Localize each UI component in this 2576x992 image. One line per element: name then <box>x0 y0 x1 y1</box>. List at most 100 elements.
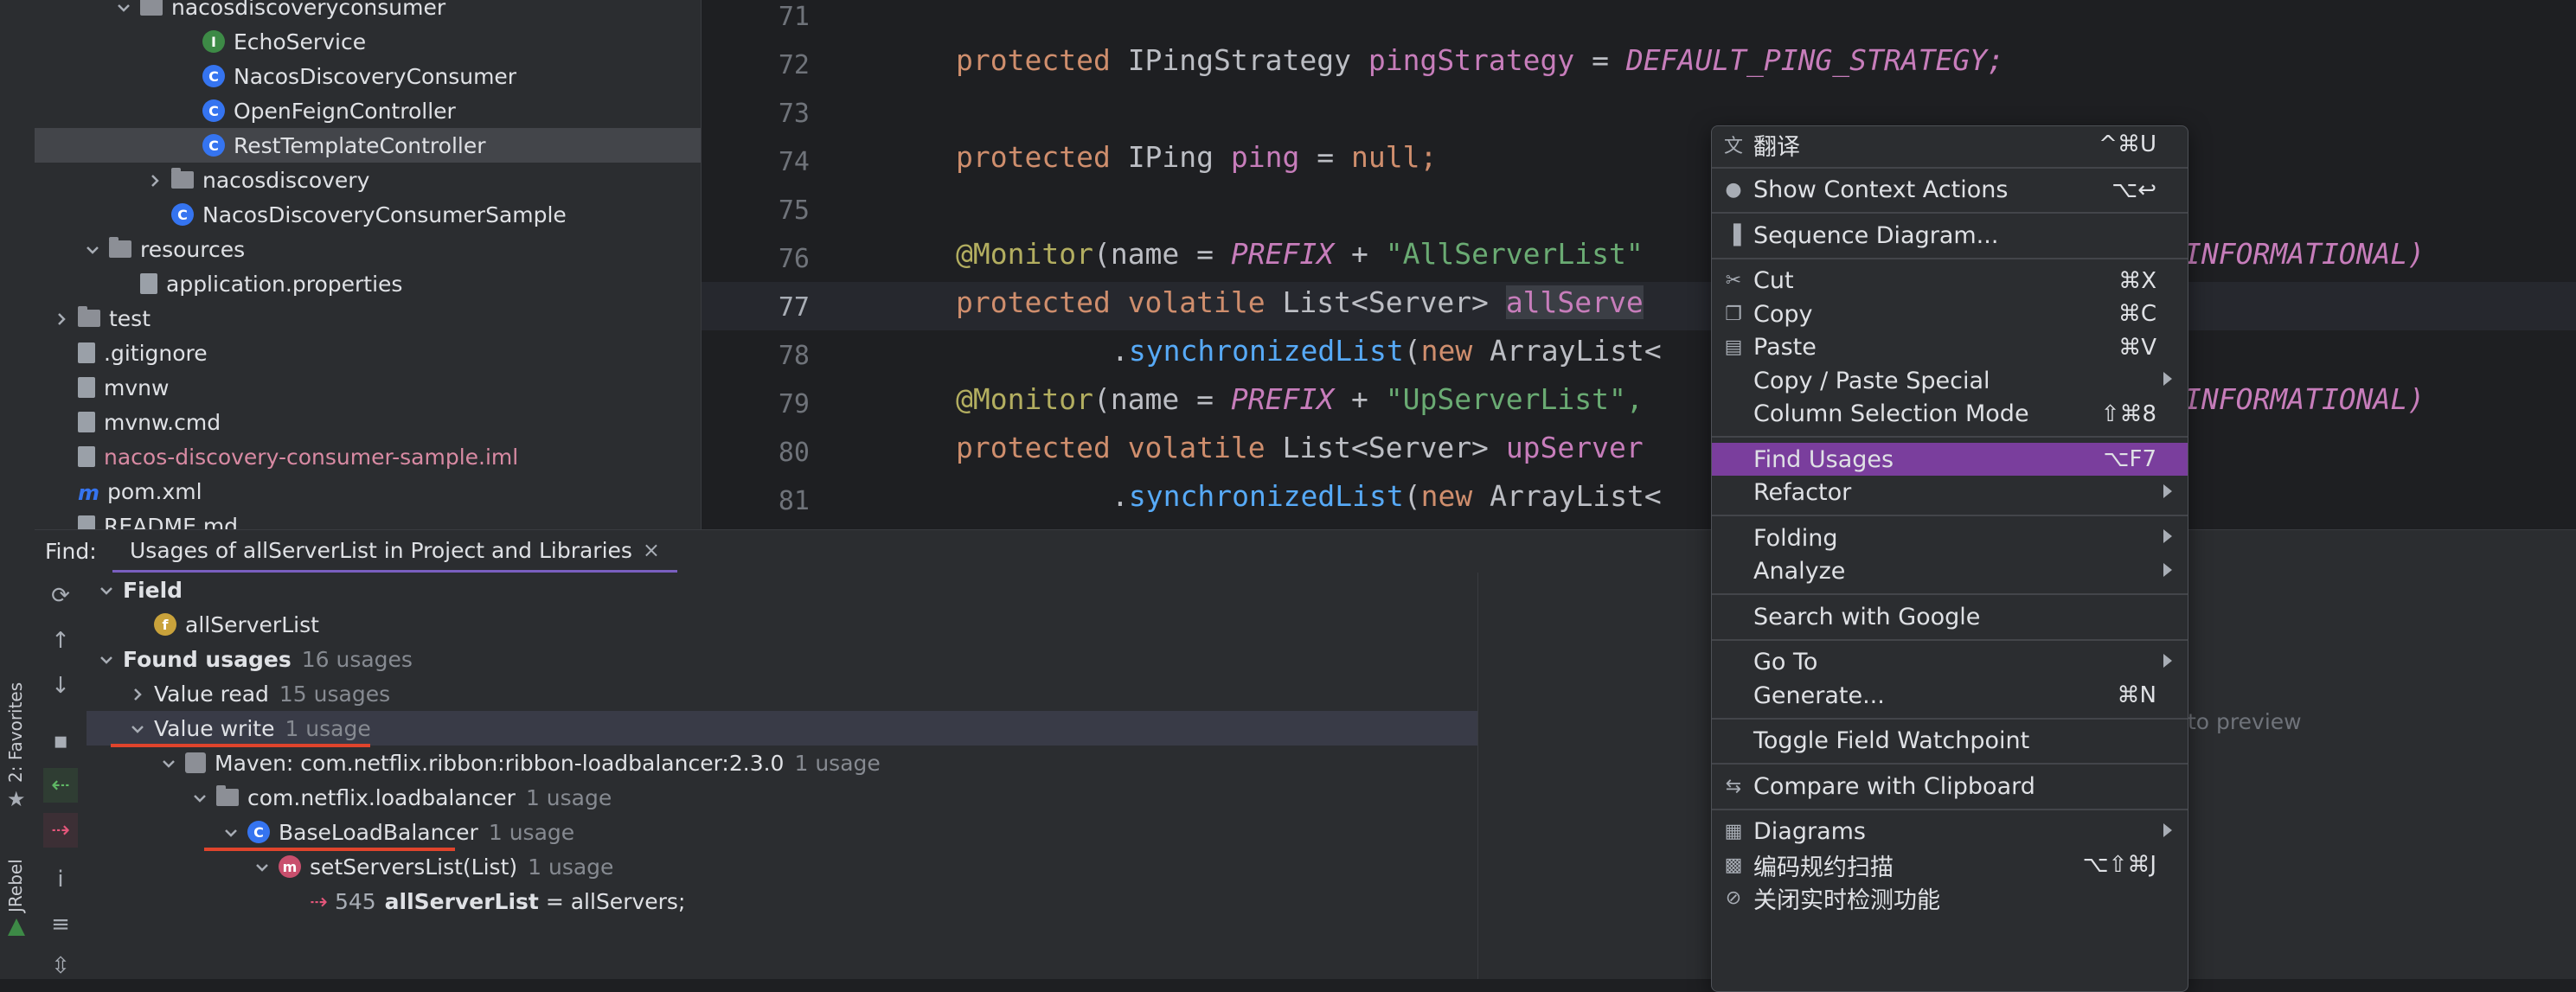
code-line-79-tail: INFORMATIONAL) <box>2184 382 2425 416</box>
project-tree-item[interactable]: resources <box>35 232 701 266</box>
write-access-icon: ⇢ <box>310 888 328 914</box>
menu-item[interactable]: ⊘ 关闭实时检测功能 <box>1712 882 2188 915</box>
usage-tree-row[interactable]: Value write 1 usage <box>87 711 1477 747</box>
usage-tree-row[interactable]: m setServersList(List) 1 usage <box>87 849 1477 884</box>
find-label: Find: <box>45 539 97 564</box>
menu-item[interactable]: Toggle Field Watchpoint <box>1712 725 2188 758</box>
menu-separator <box>1712 593 2188 595</box>
menu-item-label: Search with Google <box>1753 603 1981 630</box>
menu-item[interactable]: Find Usages ⌥F7 <box>1712 443 2188 476</box>
favorites-tab[interactable]: 2: Favorites <box>5 682 26 783</box>
chevron-down-icon[interactable] <box>190 788 209 807</box>
menu-item[interactable]: ▤ Paste ⌘V <box>1712 331 2188 364</box>
project-tree-item[interactable]: mvnw <box>35 370 701 405</box>
code-editor[interactable]: 71 72 73 74 75 76 77 78 79 80 81 protected IPingSt… <box>701 0 2576 529</box>
close-icon[interactable]: × <box>643 538 660 562</box>
rerun-icon[interactable]: ⟳ <box>48 583 74 609</box>
tab-usages[interactable]: Usages of allServerList in Project and L… <box>112 530 678 573</box>
menu-item-label: Refactor <box>1753 479 1852 506</box>
class-icon: C <box>247 821 270 843</box>
chevron-down-icon[interactable] <box>83 240 102 259</box>
project-tree-item[interactable]: .gitignore <box>35 336 701 370</box>
menu-separator <box>1712 808 2188 810</box>
project-tree-item[interactable]: C NacosDiscoveryConsumerSample <box>35 197 701 232</box>
chevron-right-icon[interactable] <box>145 170 164 189</box>
project-tree-item[interactable]: test <box>35 301 701 336</box>
project-tree-item[interactable]: C NacosDiscoveryConsumer <box>35 59 701 93</box>
menu-item-label: 关闭实时检测功能 <box>1753 887 1940 914</box>
usage-tree-row[interactable]: f allServerList <box>87 607 1477 642</box>
project-tree-item[interactable]: nacosdiscoveryconsumer <box>35 0 701 24</box>
chevron-down-icon[interactable] <box>97 580 116 599</box>
menu-item-label: Sequence Diagram... <box>1753 221 1999 249</box>
line-number: 81 <box>778 486 810 516</box>
project-tree-item[interactable]: nacos-discovery-consumer-sample.iml <box>35 439 701 474</box>
usage-tree-label: Value write <box>154 715 275 741</box>
menu-item[interactable]: ❐ Copy ⌘C <box>1712 298 2188 330</box>
submenu-arrow-icon <box>2163 529 2172 543</box>
menu-item[interactable]: Analyze <box>1712 555 2188 588</box>
menu-item[interactable]: Go To <box>1712 646 2188 679</box>
expand-all-icon[interactable]: ≡ <box>48 912 74 938</box>
project-tree-item[interactable]: README.md <box>35 509 701 529</box>
project-tree-label: application.properties <box>166 271 403 297</box>
chevron-right-icon[interactable] <box>52 309 71 328</box>
group-icon[interactable]: ▪ <box>48 728 74 754</box>
read-access-icon[interactable]: ⇠ <box>43 768 78 803</box>
usage-tree-row[interactable]: Field <box>87 573 1477 607</box>
arrow-down-icon[interactable]: ↓ <box>48 673 74 699</box>
chevron-right-icon[interactable] <box>128 684 147 703</box>
chevron-down-icon[interactable] <box>114 0 133 16</box>
project-tree-item[interactable]: nacosdiscovery <box>35 163 701 197</box>
project-tree-item[interactable]: application.properties <box>35 266 701 301</box>
usage-tree-row[interactable]: C BaseLoadBalancer 1 usage <box>87 815 1477 851</box>
menu-item[interactable]: Copy / Paste Special <box>1712 364 2188 397</box>
chevron-down-icon[interactable] <box>253 857 272 876</box>
menu-item[interactable]: ● Show Context Actions ⌥↩ <box>1712 174 2188 207</box>
menu-item[interactable]: ✂ Cut ⌘X <box>1712 265 2188 298</box>
usage-tree-row[interactable]: Found usages 16 usages <box>87 642 1477 676</box>
menu-item-label: Show Context Actions <box>1753 176 2009 203</box>
usage-tree-row[interactable]: Maven: com.netflix.ribbon:ribbon-loadbal… <box>87 746 1477 780</box>
chevron-down-icon[interactable] <box>221 822 240 842</box>
menu-item[interactable]: Folding <box>1712 522 2188 554</box>
arrow-up-icon[interactable]: ↑ <box>48 628 74 654</box>
chevron-down-icon[interactable] <box>97 650 116 669</box>
project-tree-item[interactable]: C RestTemplateController <box>35 128 701 163</box>
menu-item[interactable]: Column Selection Mode ⇧⌘8 <box>1712 398 2188 431</box>
jrebel-tab[interactable]: JRebel <box>5 859 26 912</box>
disable-icon: ⊘ <box>1725 887 1742 909</box>
method-icon: m <box>279 855 301 878</box>
usage-tree-row[interactable]: ⇢ 545 allServerList = allServers; <box>87 884 1477 918</box>
usage-tree-row[interactable]: com.netflix.loadbalancer 1 usage <box>87 780 1477 815</box>
chevron-down-icon[interactable] <box>159 753 178 772</box>
menu-item[interactable]: ▦ Diagrams <box>1712 816 2188 848</box>
submenu-arrow-icon <box>2163 483 2172 498</box>
menu-item[interactable]: Search with Google <box>1712 600 2188 633</box>
menu-item[interactable]: ⇆ Compare with Clipboard <box>1712 770 2188 803</box>
chevron-down-icon[interactable] <box>128 719 147 738</box>
code-line-81: .synchronizedList(new ArrayList< <box>1112 479 1662 513</box>
collapse-all-icon[interactable]: ⇳ <box>48 953 74 979</box>
menu-item-label: 编码规约扫描 <box>1753 854 1894 881</box>
menu-item[interactable]: ▩ 编码规约扫描 ⌥⇧⌘J <box>1712 848 2188 881</box>
copy-icon: ❐ <box>1725 303 1742 325</box>
write-access-icon[interactable]: ⇢ <box>43 813 78 848</box>
info-icon[interactable]: i <box>48 867 74 893</box>
project-tree-label: .gitignore <box>104 340 208 366</box>
usage-tree-row[interactable]: Value read 15 usages <box>87 676 1477 711</box>
menu-item[interactable]: ▐ Sequence Diagram... <box>1712 219 2188 252</box>
project-tree-item[interactable]: mvnw.cmd <box>35 405 701 439</box>
menu-item[interactable]: Generate... ⌘N <box>1712 679 2188 712</box>
project-tree-item[interactable]: C OpenFeignController <box>35 93 701 128</box>
menu-item-label: Diagrams <box>1753 818 1866 845</box>
project-tree-label: test <box>109 305 151 331</box>
code-line-78: .synchronizedList(new ArrayList< <box>1112 334 1662 368</box>
menu-item[interactable]: Refactor <box>1712 477 2188 509</box>
project-tree-item[interactable]: I EchoService <box>35 24 701 59</box>
project-tree-item[interactable]: m pom.xml <box>35 474 701 509</box>
menu-item[interactable]: 文翻译 ^⌘U <box>1712 128 2188 161</box>
